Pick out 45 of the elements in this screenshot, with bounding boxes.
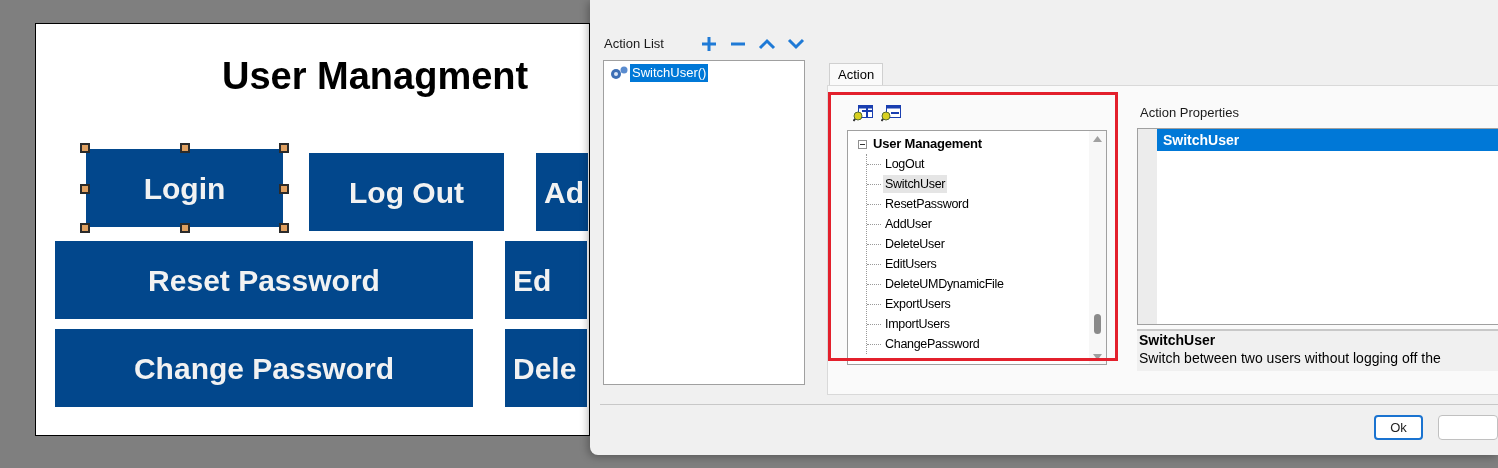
scroll-thumb[interactable]: [1094, 314, 1101, 334]
tree-item[interactable]: ChangePassword: [883, 335, 982, 353]
resize-handle[interactable]: [80, 143, 90, 153]
resize-handle[interactable]: [279, 143, 289, 153]
scroll-down-icon[interactable]: [1093, 354, 1102, 360]
gears-icon: [608, 65, 630, 81]
resize-handle[interactable]: [180, 223, 190, 233]
action-listbox[interactable]: SwitchUser(): [603, 60, 805, 385]
canvas-button[interactable]: Dele: [505, 329, 587, 407]
property-row[interactable]: SwitchUser: [1157, 129, 1498, 151]
tree-item[interactable]: SwitchUser: [883, 175, 948, 193]
canvas-title: User Managment: [221, 54, 530, 99]
resize-handle[interactable]: [279, 223, 289, 233]
canvas-button[interactable]: Ed: [505, 241, 587, 319]
canvas-button[interactable]: Log Out: [309, 153, 504, 231]
tree-item[interactable]: DeleteUMDynamicFile: [883, 275, 1006, 293]
expand-window-icon[interactable]: [853, 104, 873, 122]
section-label: Action List: [603, 35, 665, 54]
canvas-button[interactable]: Login: [86, 149, 283, 227]
description-title: SwitchUser: [1139, 331, 1217, 349]
tree-item[interactable]: ResetPassword: [883, 195, 971, 213]
tree-item[interactable]: LogOut: [883, 155, 927, 173]
resize-handle[interactable]: [80, 184, 90, 194]
canvas-button[interactable]: Change Password: [55, 329, 473, 407]
tree-item[interactable]: ImportUsers: [883, 315, 952, 333]
tree-item[interactable]: ExportUsers: [883, 295, 953, 313]
scrollbar[interactable]: [1089, 131, 1106, 364]
resize-handle[interactable]: [180, 143, 190, 153]
plus-icon[interactable]: [700, 35, 718, 53]
resize-handle[interactable]: [80, 223, 90, 233]
tree-group-label[interactable]: User Management: [873, 134, 982, 154]
resize-handle[interactable]: [279, 184, 289, 194]
description-text: Switch between two users without logging off the: [1139, 349, 1442, 367]
collapse-window-icon[interactable]: [881, 104, 901, 122]
action-tree[interactable]: User Management LogOut SwitchUser ResetPassword AddUser DeleteUser EditUsers DeleteUMDynamicFile ExportUsers ImportUsers ChangePassword: [847, 130, 1107, 365]
ok-button[interactable]: Ok: [1374, 415, 1423, 440]
collapse-box-icon[interactable]: [858, 139, 867, 149]
canvas-button[interactable]: Reset Password: [55, 241, 473, 319]
tree-item[interactable]: DeleteUser: [883, 235, 947, 253]
tree-item[interactable]: EditUsers: [883, 255, 939, 273]
tree-item[interactable]: AddUser: [883, 215, 934, 233]
tab[interactable]: Action: [829, 63, 884, 85]
canvas-button[interactable]: Ad: [536, 153, 588, 231]
action-list-item[interactable]: SwitchUser(): [630, 64, 709, 82]
section-label: Action Properties: [1139, 104, 1240, 122]
